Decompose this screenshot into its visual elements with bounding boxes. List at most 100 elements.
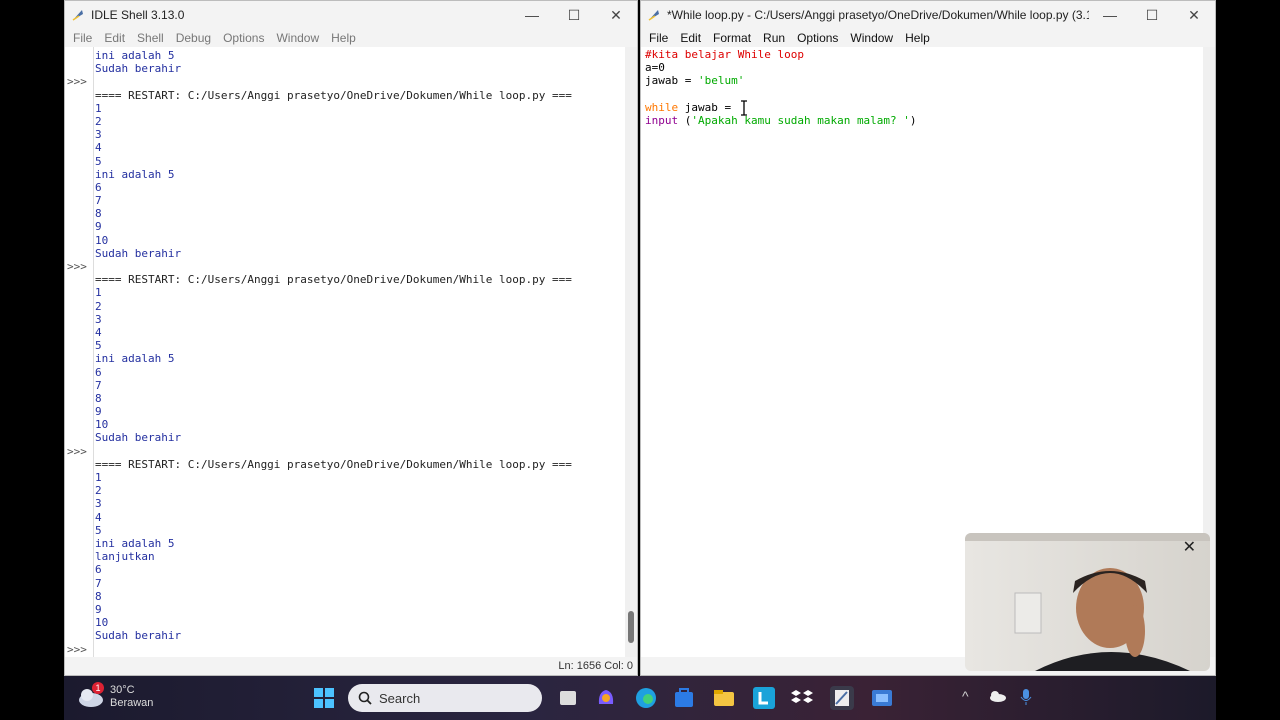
shell-output-line: 3 <box>95 497 102 511</box>
editor-menu-options[interactable]: Options <box>791 29 844 47</box>
shell-output-line: 2 <box>95 484 102 498</box>
search-label: Search <box>379 691 421 706</box>
microsoft-store-icon[interactable] <box>672 686 696 710</box>
editor-menu-format[interactable]: Format <box>707 29 757 47</box>
shell-output-line: Sudah berahir <box>95 431 182 445</box>
onedrive-cloud-icon[interactable] <box>988 690 1006 702</box>
l-app-icon[interactable] <box>752 686 776 710</box>
shell-output[interactable]: ini adalah 5 Sudah berahir ==== RESTART: C… <box>95 49 623 656</box>
editor-menu-run[interactable]: Run <box>757 29 791 47</box>
shell-output-line: 8 <box>95 391 102 405</box>
shell-output-line <box>95 260 623 273</box>
shell-output-line: Sudah berahir <box>95 62 182 76</box>
shell-output-line <box>95 642 623 655</box>
shell-prompt: >>> <box>67 75 87 89</box>
restart-banner: ==== RESTART: C:/Users/Anggi prasetyo/On… <box>95 88 572 102</box>
shell-output-line: 9 <box>95 405 102 419</box>
recorder-app-icon[interactable] <box>870 686 894 710</box>
editor-menu-file[interactable]: File <box>643 29 674 47</box>
code-token: a=0 <box>645 61 665 75</box>
weather-temperature[interactable]: 30°C <box>110 684 153 697</box>
text-cursor-icon <box>741 100 747 116</box>
code-line: while jawab = <box>645 101 1201 114</box>
webcam-overlay[interactable]: ✕ <box>965 533 1210 671</box>
shell-maximize-button[interactable]: ☐ <box>553 7 595 24</box>
shell-output-line: 3 <box>95 128 102 142</box>
shell-menu-options[interactable]: Options <box>217 29 270 47</box>
shell-menu-window[interactable]: Window <box>270 29 325 47</box>
python-feather-icon <box>72 10 83 21</box>
restart-banner: ==== RESTART: C:/Users/Anggi prasetyo/On… <box>95 273 572 287</box>
shell-menu-file[interactable]: File <box>67 29 98 47</box>
shell-scroll-thumb[interactable] <box>628 611 634 643</box>
shell-output-line <box>95 445 623 458</box>
shell-minimize-button[interactable]: — <box>511 7 553 23</box>
shell-output-line: 5 <box>95 339 102 353</box>
editor-minimize-button[interactable]: — <box>1089 7 1131 23</box>
shell-output-line: 1 <box>95 471 102 484</box>
shell-output-line: 3 <box>95 312 102 326</box>
shell-prompt-gutter: >>> >>> >>> >>> <box>65 47 94 657</box>
shell-output-line: Sudah berahir <box>95 246 182 260</box>
edge-browser-icon[interactable] <box>634 686 658 710</box>
shell-output-line: lanjutkan <box>95 550 155 564</box>
idle-python-icon[interactable] <box>830 686 854 710</box>
shell-prompt: >>> <box>67 643 87 656</box>
editor-menu-window[interactable]: Window <box>844 29 899 47</box>
dropbox-icon[interactable] <box>790 686 814 710</box>
tray-chevron-up-icon[interactable]: ^ <box>962 688 969 704</box>
shell-scrollbar[interactable] <box>625 47 637 657</box>
copilot-icon[interactable] <box>594 686 618 710</box>
taskbar-search-box[interactable]: Search <box>348 684 542 712</box>
shell-menu-help[interactable]: Help <box>325 29 362 47</box>
shell-output-line: 1 <box>95 286 102 300</box>
shell-output-line: 9 <box>95 602 102 616</box>
shell-output-line: Sudah berahir <box>95 629 182 643</box>
shell-output-line: 10 <box>95 233 109 247</box>
shell-output-line: 10 <box>95 418 109 432</box>
shell-output-line: 5 <box>95 523 102 537</box>
code-token: jawab = <box>678 100 732 114</box>
code-token: while <box>645 100 679 114</box>
code-line: jawab = 'belum' <box>645 74 1201 87</box>
webcam-close-button[interactable]: ✕ <box>1183 537 1196 557</box>
code-line: input ('Apakah kamu sudah makan malam? '… <box>645 114 1201 127</box>
shell-menu-edit[interactable]: Edit <box>98 29 131 47</box>
shell-output-line: ini adalah 5 <box>95 167 175 181</box>
weather-description[interactable]: Berawan <box>110 697 153 710</box>
shell-output-line: ini adalah 5 <box>95 352 175 366</box>
shell-output-line: 8 <box>95 589 102 603</box>
shell-output-line: 7 <box>95 194 102 208</box>
task-view-icon[interactable] <box>556 686 580 710</box>
shell-menu-shell[interactable]: Shell <box>131 29 170 47</box>
windows-start-icon[interactable] <box>312 686 336 710</box>
code-token: ( <box>678 113 692 127</box>
shell-output-line: 2 <box>95 114 102 128</box>
shell-output-line: 1 <box>95 101 102 115</box>
editor-maximize-button[interactable]: ☐ <box>1131 7 1173 24</box>
editor-close-button[interactable]: ✕ <box>1173 7 1215 24</box>
editor-menu-help[interactable]: Help <box>899 29 936 47</box>
file-explorer-icon[interactable] <box>712 686 736 710</box>
shell-text-area[interactable]: >>> >>> >>> >>> ini adalah 5 Sudah berahir ==… <box>65 47 637 657</box>
code-token: input <box>645 113 679 127</box>
shell-status: Ln: 1656 Col: 0 <box>558 660 633 672</box>
editor-menu-edit[interactable]: Edit <box>674 29 707 47</box>
editor-code[interactable]: #kita belajar While loop a=0 jawab = 'belu… <box>645 48 1201 127</box>
shell-prompt: >>> <box>67 260 87 274</box>
shell-menu-debug[interactable]: Debug <box>170 29 217 47</box>
code-line: #kita belajar While loop <box>645 48 1201 61</box>
shell-close-button[interactable]: ✕ <box>595 7 637 24</box>
taskbar: 1 30°C Berawan Search ^ <box>64 676 1216 720</box>
editor-titlebar[interactable]: *While loop.py - C:/Users/Anggi prasetyo… <box>641 1 1215 29</box>
shell-titlebar[interactable]: IDLE Shell 3.13.0 — ☐ ✕ <box>65 1 637 29</box>
shell-output-line: ini adalah 5 <box>95 536 175 550</box>
shell-output-line: 4 <box>95 325 102 339</box>
shell-output-line: 7 <box>95 378 102 392</box>
shell-prompt: >>> <box>67 445 87 458</box>
shell-output-line: 7 <box>95 576 102 590</box>
shell-output-line: 2 <box>95 299 102 313</box>
microphone-icon[interactable] <box>1020 688 1032 706</box>
restart-banner: ==== RESTART: C:/Users/Anggi prasetyo/On… <box>95 457 572 471</box>
code-token: 'belum' <box>697 74 745 88</box>
